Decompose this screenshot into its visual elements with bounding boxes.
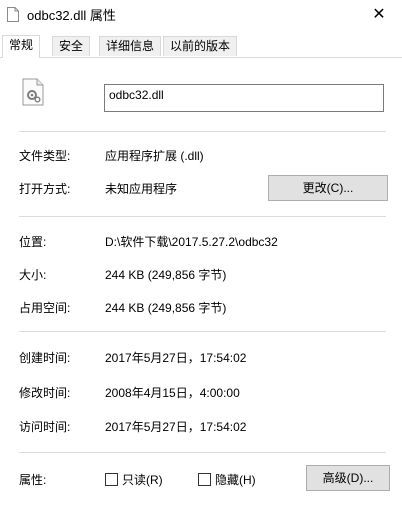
accessed-value: 2017年5月27日，17:54:02 — [105, 420, 247, 434]
modified-label: 修改时间: — [19, 386, 71, 400]
tab-details[interactable]: 详细信息 — [99, 36, 162, 56]
window-title: odbc32.dll 属性 — [27, 8, 116, 23]
tab-strip: 常规 安全 详细信息 以前的版本 — [0, 35, 402, 58]
hidden-label[interactable]: 隐藏(H) — [215, 471, 256, 488]
readonly-label[interactable]: 只读(R) — [122, 471, 163, 488]
divider — [19, 452, 386, 453]
title-bar: odbc32.dll 属性 ✕ — [0, 0, 402, 31]
tab-general[interactable]: 常规 — [2, 35, 41, 58]
file-name-field[interactable]: odbc32.dll — [104, 84, 384, 112]
attributes-label: 属性: — [19, 473, 47, 487]
divider — [19, 131, 386, 132]
hidden-checkbox[interactable] — [198, 473, 211, 486]
dll-gear-file-icon — [22, 78, 44, 106]
created-label: 创建时间: — [19, 351, 71, 365]
created-value: 2017年5月27日，17:54:02 — [105, 351, 247, 365]
change-button[interactable]: 更改(C)... — [268, 175, 388, 201]
readonly-checkbox[interactable] — [105, 473, 118, 486]
general-panel — [0, 57, 402, 532]
close-button[interactable]: ✕ — [356, 0, 402, 31]
size-value: 244 KB (249,856 字节) — [105, 268, 227, 282]
size-on-disk-value: 244 KB (249,856 字节) — [105, 301, 227, 315]
modified-value: 2008年4月15日，4:00:00 — [105, 386, 240, 400]
file-type-label: 文件类型: — [19, 149, 71, 163]
divider — [19, 331, 386, 332]
open-with-value: 未知应用程序 — [105, 182, 178, 196]
accessed-label: 访问时间: — [19, 420, 71, 434]
location-label: 位置: — [19, 235, 47, 249]
open-with-label: 打开方式: — [19, 182, 71, 196]
size-label: 大小: — [19, 268, 47, 282]
tab-previous-versions[interactable]: 以前的版本 — [163, 36, 238, 56]
file-icon — [7, 7, 19, 22]
divider — [19, 216, 386, 217]
file-type-value: 应用程序扩展 (.dll) — [105, 149, 204, 163]
tab-security[interactable]: 安全 — [52, 36, 91, 56]
location-value: D:\软件下载\2017.5.27.2\odbc32 — [105, 235, 278, 249]
size-on-disk-label: 占用空间: — [19, 301, 71, 315]
advanced-button[interactable]: 高级(D)... — [306, 465, 390, 491]
